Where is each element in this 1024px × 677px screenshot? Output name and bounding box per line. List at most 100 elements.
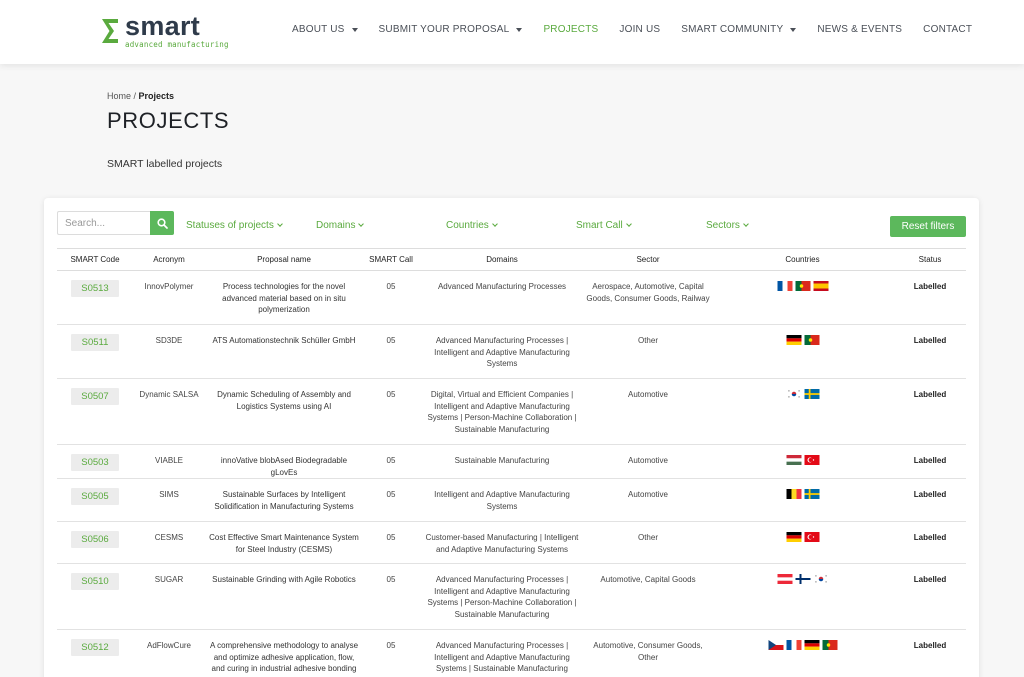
flag-hungary-icon <box>786 455 801 465</box>
smart-code-badge[interactable]: S0511 <box>71 334 119 351</box>
flag-sweden-icon <box>804 489 819 499</box>
filter-statuses[interactable]: Statuses of projects <box>186 220 283 231</box>
header-domains[interactable]: Domains <box>419 248 585 271</box>
chevron-down-icon <box>276 221 283 227</box>
flag-south-korea-icon <box>786 389 801 399</box>
site-logo[interactable]: smart advanced manufacturing <box>100 11 229 49</box>
smart-call-cell: 05 <box>363 629 419 677</box>
table-row[interactable]: S0505 SIMS Sustainable Surfaces by Intel… <box>57 478 966 522</box>
nav-submit-proposal[interactable]: SUBMIT YOUR PROPOSAL <box>379 24 523 35</box>
projects-table: SMART Code Acronym Proposal name SMART C… <box>57 248 966 677</box>
logo-tagline: advanced manufacturing <box>125 40 229 49</box>
proposal-name-cell: Sustainable Surfaces by Intelligent Soli… <box>205 478 363 522</box>
country-flags <box>768 640 838 650</box>
country-flags <box>786 389 820 399</box>
flag-spain-icon <box>813 281 828 291</box>
status-cell: Labelled <box>894 563 966 630</box>
status-cell: Labelled <box>894 521 966 564</box>
header-acronym[interactable]: Acronym <box>133 248 205 271</box>
acronym-cell: VIABLE <box>133 444 205 479</box>
smart-code-badge[interactable]: S0505 <box>71 488 119 505</box>
flag-portugal-icon <box>795 281 810 291</box>
smart-code-badge[interactable]: S0512 <box>71 639 119 656</box>
filter-smart-call[interactable]: Smart Call <box>576 220 632 231</box>
flag-finland-icon <box>795 574 810 584</box>
status-cell: Labelled <box>894 444 966 479</box>
search-input[interactable] <box>57 211 151 235</box>
acronym-cell: InnovPolymer <box>133 270 205 325</box>
flag-portugal-icon <box>804 335 819 345</box>
flag-germany-icon <box>786 335 801 345</box>
logo-wordmark: smart <box>125 11 201 41</box>
nav-projects[interactable]: PROJECTS <box>543 24 598 35</box>
header-sector[interactable]: Sector <box>585 248 711 271</box>
projects-card: Statuses of projects Domains Countries S… <box>44 198 979 677</box>
smart-call-cell: 05 <box>363 521 419 564</box>
nav-about-us[interactable]: ABOUT US <box>292 24 358 35</box>
sector-cell: Aerospace, Automotive, Capital Goods, Co… <box>585 270 711 325</box>
country-flags <box>786 335 820 345</box>
nav-contact[interactable]: CONTACT <box>923 24 972 35</box>
nav-smart-community[interactable]: SMART COMMUNITY <box>681 24 797 35</box>
header-smart-call[interactable]: SMART Call <box>363 248 419 271</box>
smart-code-badge[interactable]: S0507 <box>71 388 119 405</box>
domains-cell: Advanced Manufacturing Processes <box>419 270 585 325</box>
caret-down-icon <box>790 27 797 32</box>
domains-cell: Advanced Manufacturing Processes | Intel… <box>419 563 585 630</box>
main-nav: ABOUT US SUBMIT YOUR PROPOSAL PROJECTS J… <box>292 24 972 35</box>
domains-cell: Intelligent and Adaptive Manufacturing S… <box>419 478 585 522</box>
smart-code-badge[interactable]: S0513 <box>71 280 119 297</box>
domains-cell: Advanced Manufacturing Processes | Intel… <box>419 324 585 379</box>
proposal-name-cell: innoVative blobAsed Biodegradable gLovEs <box>205 444 363 479</box>
table-row[interactable]: S0506 CESMS Cost Effective Smart Mainten… <box>57 521 966 564</box>
table-row[interactable]: S0512 AdFlowCure A comprehensive methodo… <box>57 629 966 677</box>
countries-cell <box>711 270 894 325</box>
country-flags <box>786 455 820 465</box>
filter-countries[interactable]: Countries <box>446 220 498 231</box>
table-row[interactable]: S0513 InnovPolymer Process technologies … <box>57 270 966 325</box>
header-countries[interactable]: Countries <box>711 248 894 271</box>
country-flags <box>777 281 829 291</box>
sector-cell: Other <box>585 521 711 564</box>
header-status[interactable]: Status <box>894 248 966 271</box>
sigma-logo-icon <box>102 19 118 43</box>
filter-sectors[interactable]: Sectors <box>706 220 749 231</box>
smart-call-cell: 05 <box>363 324 419 379</box>
proposal-name-cell: A comprehensive methodology to analyse a… <box>205 629 363 677</box>
flag-germany-icon <box>804 640 819 650</box>
chevron-down-icon <box>743 221 749 227</box>
nav-join-us[interactable]: JOIN US <box>619 24 660 35</box>
countries-cell <box>711 324 894 379</box>
page-subtitle: SMART labelled projects <box>107 158 223 170</box>
table-row[interactable]: S0511 SD3DE ATS Automationstechnik Schül… <box>57 324 966 379</box>
header-smart-code[interactable]: SMART Code <box>57 248 133 271</box>
smart-call-cell: 05 <box>363 378 419 445</box>
proposal-name-cell: Dynamic Scheduling of Assembly and Logis… <box>205 378 363 445</box>
countries-cell <box>711 444 894 479</box>
smart-code-badge[interactable]: S0503 <box>71 454 119 471</box>
nav-news-events[interactable]: NEWS & EVENTS <box>817 24 902 35</box>
chevron-down-icon <box>358 221 365 227</box>
breadcrumb-current: Projects <box>138 91 175 101</box>
flag-germany-icon <box>786 532 801 542</box>
reset-filters-button[interactable]: Reset filters <box>890 216 966 237</box>
domains-cell: Customer-based Manufacturing | Intellige… <box>419 521 585 564</box>
smart-code-badge[interactable]: S0506 <box>71 531 119 548</box>
countries-cell <box>711 478 894 522</box>
acronym-cell: CESMS <box>133 521 205 564</box>
table-row[interactable]: S0510 SUGAR Sustainable Grinding with Ag… <box>57 563 966 630</box>
smart-code-badge[interactable]: S0510 <box>71 573 119 590</box>
breadcrumb-home[interactable]: Home <box>107 91 131 101</box>
table-row[interactable]: S0507 Dynamic SALSA Dynamic Scheduling o… <box>57 378 966 445</box>
filter-domains[interactable]: Domains <box>316 220 365 231</box>
smart-call-cell: 05 <box>363 563 419 630</box>
header-proposal-name[interactable]: Proposal name <box>205 248 363 271</box>
sector-cell: Other <box>585 324 711 379</box>
acronym-cell: SIMS <box>133 478 205 522</box>
table-row[interactable]: S0503 VIABLE innoVative blobAsed Biodegr… <box>57 444 966 479</box>
proposal-name-cell: Sustainable Grinding with Agile Robotics <box>205 563 363 630</box>
caret-down-icon <box>351 27 358 32</box>
caret-down-icon <box>516 27 523 32</box>
search-button[interactable] <box>150 211 174 235</box>
status-cell: Labelled <box>894 629 966 677</box>
